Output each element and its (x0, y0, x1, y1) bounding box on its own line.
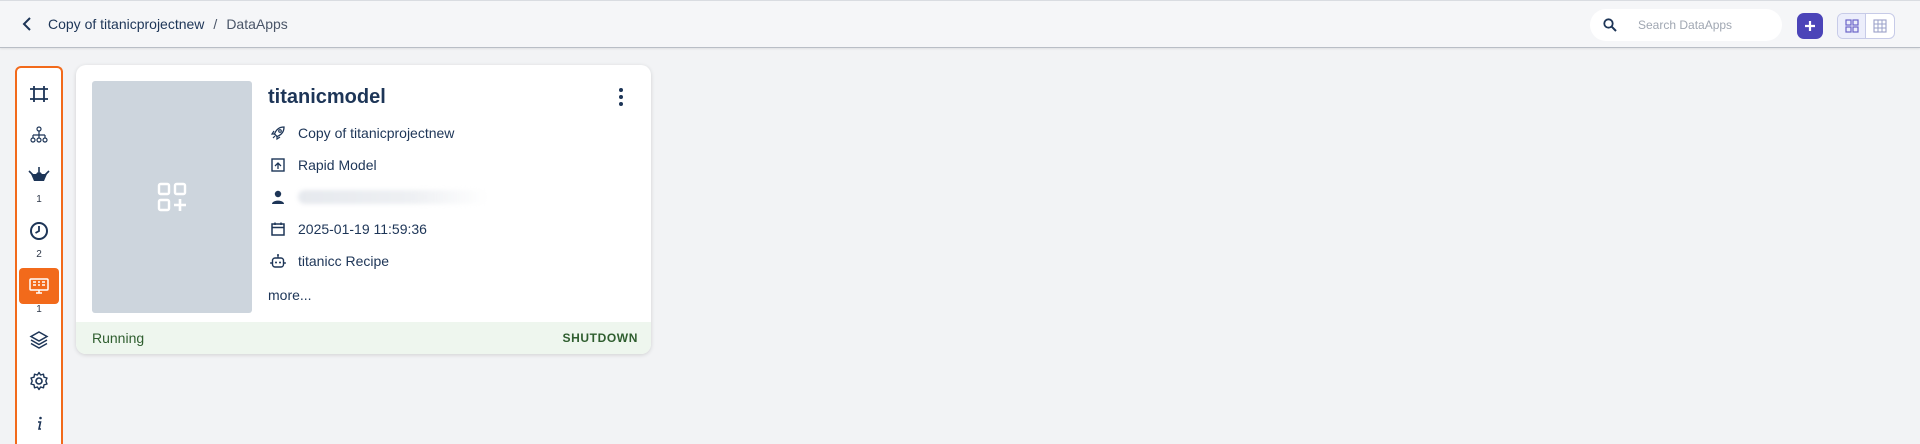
breadcrumb-current: DataApps (226, 16, 288, 32)
table-view-button[interactable] (1866, 14, 1894, 38)
dataapp-title[interactable]: titanicmodel (268, 86, 386, 109)
sidebar-count-prediction: 1 (36, 194, 42, 205)
rocket-icon (268, 123, 288, 143)
dataapp-thumbnail (92, 81, 252, 313)
shutdown-button[interactable]: SHUTDOWN (563, 331, 638, 345)
sidebar-item-canvas[interactable] (23, 78, 55, 110)
meta-recipe-text: titanicc Recipe (298, 253, 390, 269)
sidebar-item-artifacts[interactable] (23, 324, 55, 356)
meta-created-at: 2025-01-19 11:59:36 (268, 218, 427, 240)
top-bar: Copy of titanicprojectnew / DataApps (0, 0, 1920, 48)
more-link[interactable]: more... (268, 287, 312, 303)
meta-created-by (268, 186, 488, 208)
model-icon (268, 155, 288, 175)
grid-view-button[interactable] (1838, 14, 1867, 38)
meta-project-text: Copy of titanicprojectnew (298, 125, 455, 141)
sidebar-item-prediction-service[interactable] (23, 160, 55, 192)
sidebar-count-jobs: 2 (36, 249, 42, 260)
meta-project: Copy of titanicprojectnew (268, 122, 454, 144)
breadcrumb: Copy of titanicprojectnew / DataApps (48, 16, 288, 32)
left-sidebar: 1 2 1 (15, 66, 63, 444)
breadcrumb-project-link[interactable]: Copy of titanicprojectnew (48, 16, 204, 32)
search-input[interactable] (1638, 18, 1778, 32)
meta-model-type: Rapid Model (268, 154, 377, 176)
dataapp-card[interactable]: titanicmodel Copy of titanicprojectnew R… (76, 65, 651, 354)
robot-icon (268, 251, 288, 271)
sidebar-item-info[interactable] (23, 407, 55, 439)
sidebar-item-hierarchy[interactable] (23, 119, 55, 151)
card-footer: Running SHUTDOWN (76, 322, 651, 354)
meta-created-at-text: 2025-01-19 11:59:36 (298, 221, 427, 237)
sidebar-item-dataapps[interactable] (19, 268, 59, 304)
view-toggle (1837, 13, 1895, 39)
search-box (1590, 9, 1782, 41)
prediction-service-icon (28, 167, 50, 181)
more-options-icon[interactable] (611, 85, 631, 109)
meta-model-type-text: Rapid Model (298, 157, 377, 173)
plus-icon (1805, 21, 1815, 31)
meta-recipe: titanicc Recipe (268, 250, 389, 272)
info-icon (38, 416, 42, 430)
canvas-icon (30, 86, 48, 102)
grid-view-icon (1844, 19, 1859, 33)
breadcrumb-separator: / (213, 16, 218, 32)
add-dataapp-button[interactable] (1797, 13, 1823, 39)
sidebar-item-settings[interactable] (23, 365, 55, 397)
sidebar-count-dataapps: 1 (36, 304, 42, 315)
person-icon (268, 187, 288, 207)
clock-icon (30, 222, 48, 240)
calendar-icon (268, 219, 288, 239)
redacted-user-name (298, 190, 488, 204)
table-view-icon (1873, 19, 1887, 33)
search-icon (1600, 15, 1620, 35)
sidebar-item-jobs[interactable] (23, 215, 55, 247)
apps-add-icon (157, 182, 187, 212)
hierarchy-icon (30, 126, 48, 143)
status-badge: Running (92, 330, 145, 346)
gear-icon (30, 371, 48, 391)
layers-icon (29, 331, 49, 349)
back-arrow-icon[interactable] (16, 13, 38, 35)
dataapps-icon (29, 278, 49, 294)
